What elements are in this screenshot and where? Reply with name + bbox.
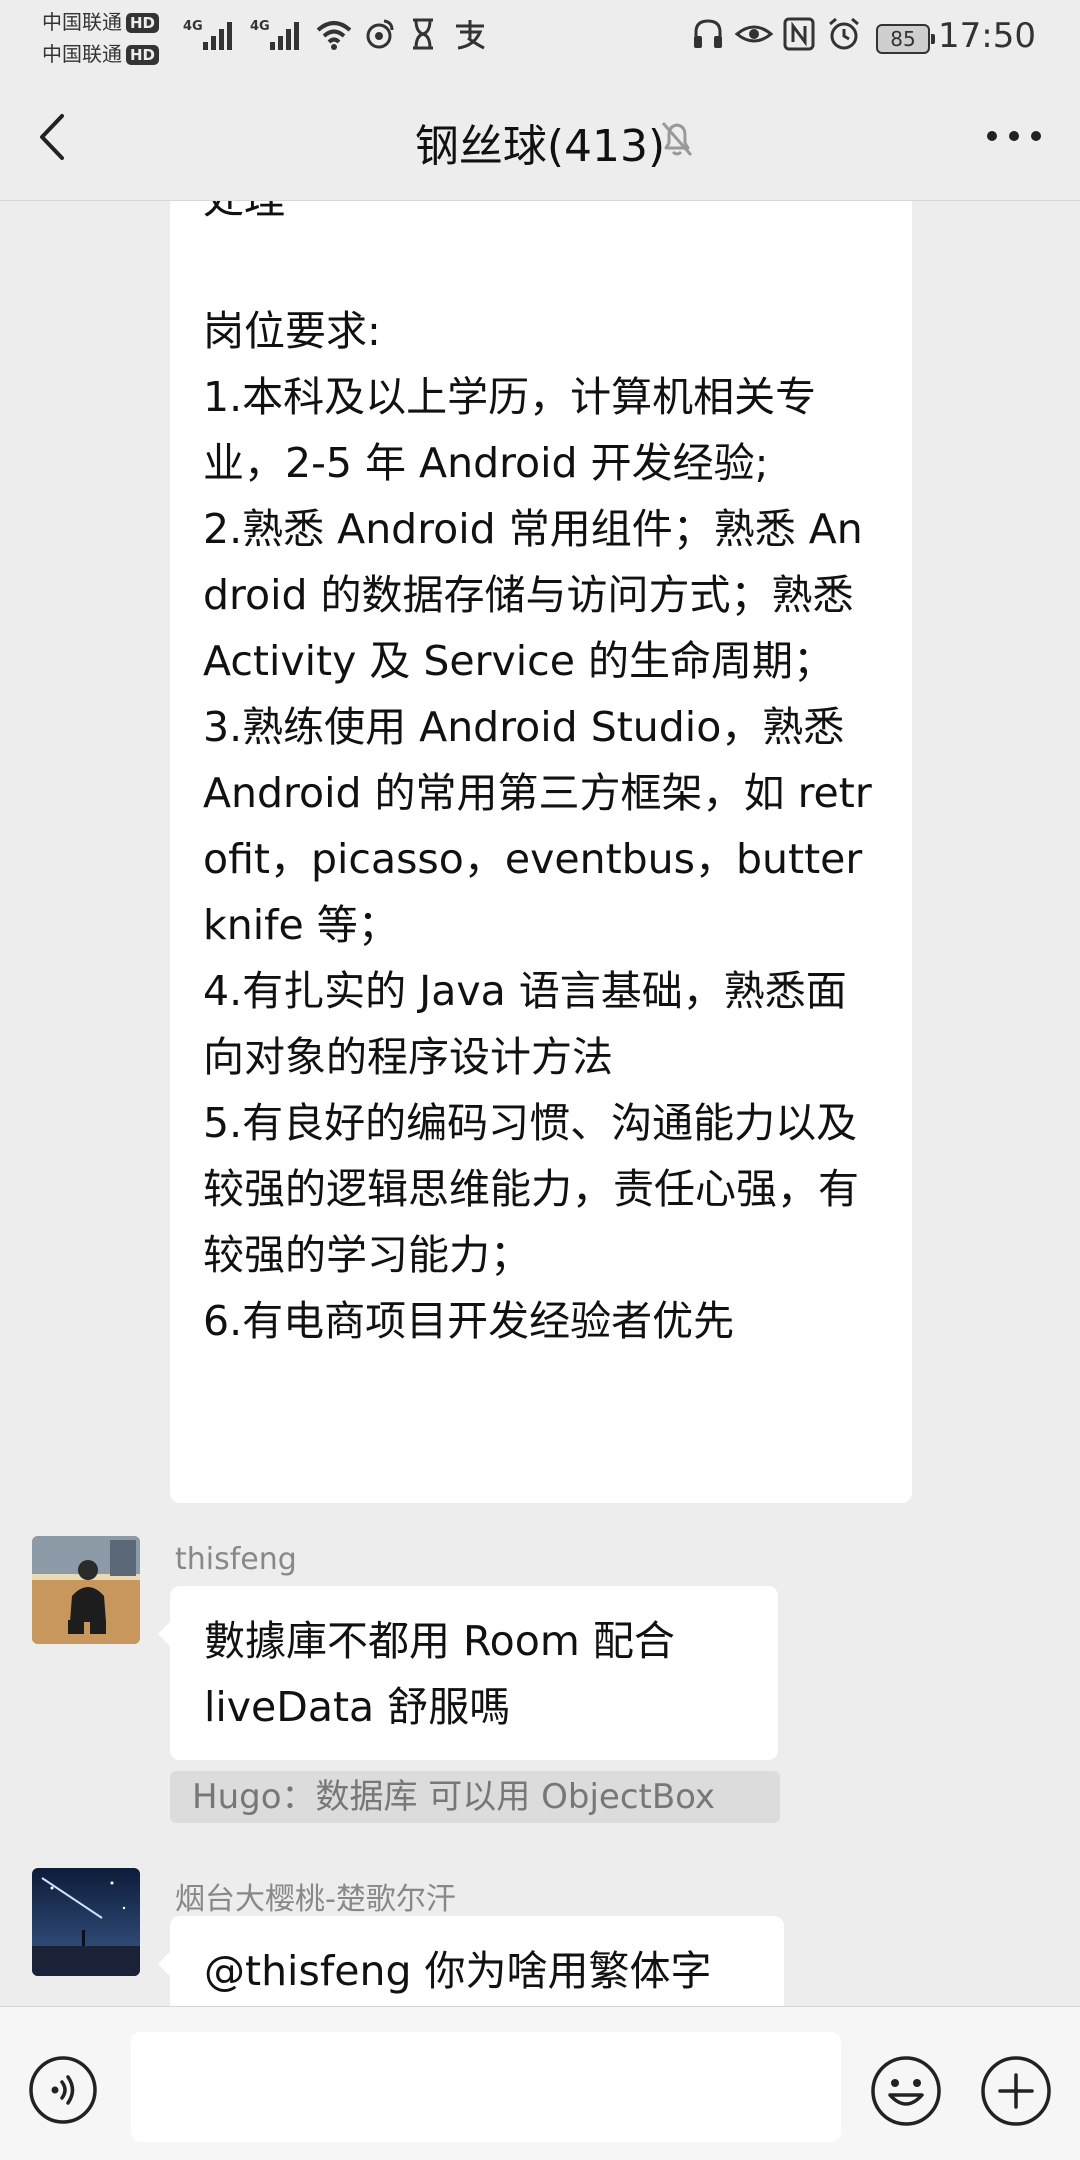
message-input[interactable] [131, 2032, 841, 2142]
hourglass-icon [413, 18, 433, 50]
chat-header: 钢丝球(413) [0, 72, 1080, 201]
sender-name-yantai: 烟台大樱桃-楚歌尔汗 [175, 1882, 456, 1917]
alarm-icon [829, 17, 859, 50]
carrier-line-2: 中国联通 HD [42, 38, 182, 70]
plus-icon[interactable] [980, 2055, 1052, 2127]
quoted-reply[interactable]: Hugo：数据库 可以用 ObjectBox [170, 1771, 780, 1823]
network-label-1: 4G [183, 19, 203, 34]
carrier-name-1: 中国联通 [42, 10, 122, 34]
signal-icon-2: 4G [250, 19, 299, 50]
bubble-pointer [158, 1622, 170, 1646]
message-bubble-yantai[interactable]: @thisfeng 你为啥用繁体字 [158, 1916, 784, 2006]
status-bar: 中国联通 HD 中国联通 HD 4G 4G 85 17:50 [0, 0, 1080, 72]
battery-level: 85 [890, 27, 916, 51]
voice-input-icon[interactable] [28, 2055, 98, 2125]
message-bubble-thisfeng[interactable]: 數據庫不都用 Room 配合 liveData 舒服嗎 [158, 1586, 778, 1760]
bubble-pointer-2 [158, 1952, 170, 1976]
payment-app-icon [456, 20, 485, 50]
sender-name-thisfeng: thisfeng [175, 1542, 297, 1577]
avatar-yantai[interactable] [32, 1868, 140, 1976]
carrier-info: 中国联通 HD 中国联通 HD [42, 6, 182, 70]
message-list[interactable]: 4.维护线上产品的稳定以及相关问题处理 岗位要求: 1.本科及以上学历，计算机相… [0, 200, 1080, 2006]
nfc-icon [783, 17, 815, 51]
eye-icon [734, 25, 774, 43]
input-bar [0, 2006, 1080, 2160]
emoji-icon[interactable] [870, 2055, 942, 2127]
hd-badge-1: HD [126, 13, 160, 33]
carrier-name-2: 中国联通 [42, 42, 122, 66]
avatar-image-2 [32, 1868, 140, 1976]
headphones-icon [694, 19, 722, 48]
hd-badge-2: HD [126, 45, 160, 65]
battery-indicator: 85 [876, 24, 935, 54]
chat-screen: 中国联通 HD 中国联通 HD 4G 4G 85 17:50 钢丝球(413) … [0, 0, 1080, 2160]
chat-title-container: 钢丝球(413) [0, 110, 1080, 174]
wifi-icon [316, 21, 352, 50]
message-text-thisfeng: 數據庫不都用 Room 配合 liveData 舒服嗎 [204, 1617, 675, 1731]
network-label-2: 4G [250, 19, 270, 34]
message-bubble-job-post[interactable]: 4.维护线上产品的稳定以及相关问题处理 岗位要求: 1.本科及以上学历，计算机相… [170, 200, 912, 1503]
status-time: 17:50 [938, 16, 1036, 56]
message-text-yantai: @thisfeng 你为啥用繁体字 [204, 1947, 712, 1995]
job-post-text: 4.维护线上产品的稳定以及相关问题处理 岗位要求: 1.本科及以上学历，计算机相… [203, 200, 872, 1345]
avatar-image [32, 1536, 140, 1644]
avatar-thisfeng[interactable] [32, 1536, 140, 1644]
muted-bell-icon [661, 122, 693, 156]
carrier-line-1: 中国联通 HD [42, 6, 182, 38]
signal-icon: 4G [183, 19, 232, 50]
chat-title: 钢丝球(413) [414, 121, 666, 172]
more-options-icon[interactable] [986, 128, 1042, 144]
notification-app-icon [366, 19, 394, 49]
